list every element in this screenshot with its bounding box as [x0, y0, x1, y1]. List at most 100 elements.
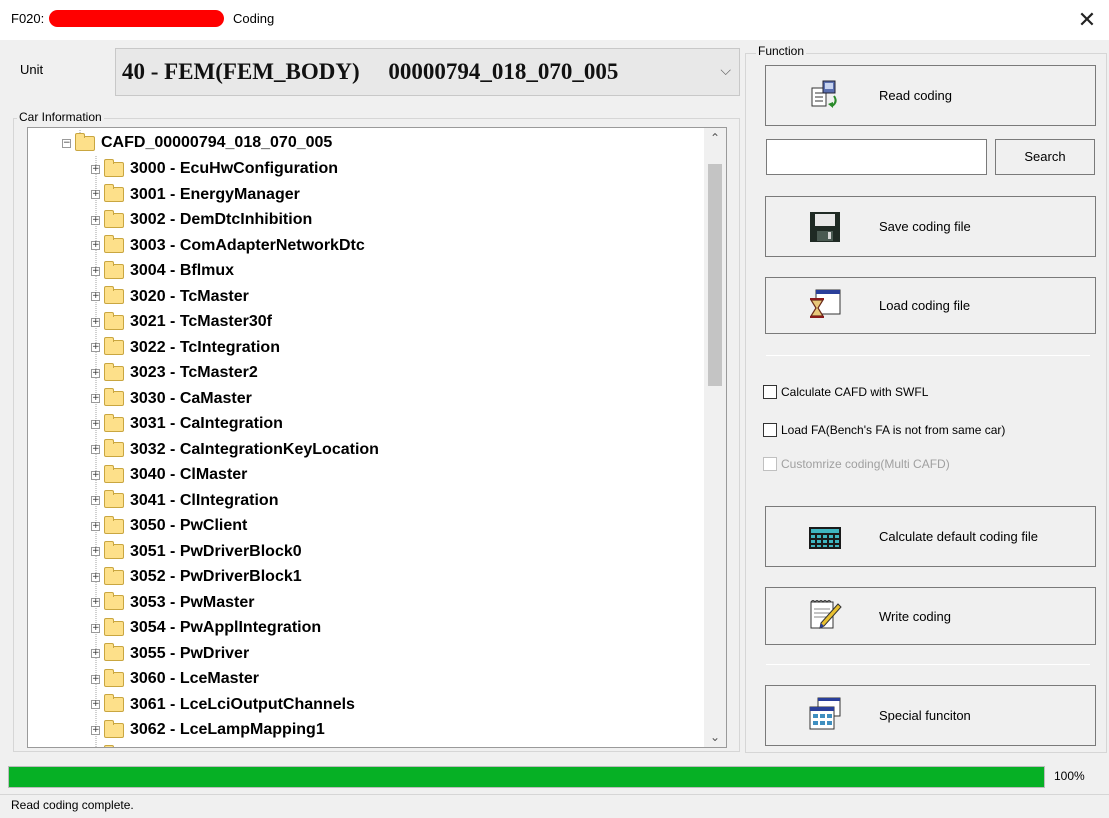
tree-node[interactable]: +3030 - CaMaster	[91, 386, 252, 412]
load-coding-file-label: Load coding file	[879, 298, 971, 313]
title-redaction	[49, 10, 224, 27]
tree-node[interactable]: +3052 - PwDriverBlock1	[91, 564, 302, 590]
close-button[interactable]: ✕	[1071, 4, 1103, 36]
expand-icon[interactable]: +	[91, 164, 100, 174]
collapse-icon[interactable]: −	[62, 138, 71, 148]
calc-cafd-checkbox[interactable]: Calculate CAFD with SWFL	[763, 385, 928, 399]
tree-node[interactable]: +3003 - ComAdapterNetworkDtc	[91, 233, 365, 259]
tree-node[interactable]: +3055 - PwDriver	[91, 641, 249, 667]
checkbox-box[interactable]	[763, 385, 777, 399]
tree-node[interactable]: +3040 - ClMaster	[91, 462, 247, 488]
expand-icon[interactable]: +	[91, 725, 100, 735]
search-input[interactable]	[766, 139, 987, 175]
expand-icon[interactable]: +	[91, 419, 100, 429]
tree-node-label: 3062 - LceLampMapping1	[130, 721, 325, 738]
checkbox-box[interactable]	[763, 423, 777, 437]
tree-node[interactable]: +3004 - Bflmux	[91, 258, 234, 284]
tree-node[interactable]: +3062 - LceLampMapping1	[91, 717, 325, 743]
folder-icon	[104, 668, 124, 687]
tree-node-label: 3000 - EcuHwConfiguration	[130, 160, 339, 177]
load-fa-checkbox[interactable]: Load FA(Bench's FA is not from same car)	[763, 423, 1005, 437]
tree-node-label: 3020 - TcMaster	[130, 287, 249, 305]
expand-icon[interactable]: +	[91, 674, 100, 684]
expand-icon[interactable]: +	[91, 496, 100, 505]
folder-icon	[104, 286, 124, 304]
tree-node-label: 3051 - PwDriverBlock0	[130, 542, 302, 560]
customize-coding-label: Customrize coding(Multi CAFD)	[781, 457, 950, 471]
tree-node[interactable]: +3060 - LceMaster	[91, 666, 259, 692]
tree-node[interactable]: +3050 - PwClient	[91, 513, 247, 539]
expand-icon[interactable]: +	[91, 649, 100, 658]
search-button[interactable]: Search	[995, 139, 1095, 175]
tree-node-label: 3021 - TcMaster30f	[130, 313, 272, 330]
tree-node-label: 3060 - LceMaster	[130, 670, 259, 687]
tree-scrollbar[interactable]: ⌃ ⌄	[704, 128, 726, 747]
chevron-down-icon: ⌵	[720, 63, 731, 79]
tree-node-label: 3031 - CaIntegration	[130, 415, 283, 432]
tree-node-label: 3052 - PwDriverBlock1	[130, 568, 302, 585]
special-function-button[interactable]: Special funciton	[765, 685, 1096, 746]
expand-icon[interactable]: +	[91, 572, 100, 582]
tree-node-label: 3050 - PwClient	[130, 517, 248, 534]
expand-icon[interactable]: +	[91, 623, 100, 633]
tree-node[interactable]: +3031 - CaIntegration	[91, 411, 283, 437]
load-fa-label: Load FA(Bench's FA is not from same car)	[781, 423, 1006, 437]
tree-node-label: 3022 - TcIntegration	[130, 338, 280, 356]
divider	[766, 355, 1090, 356]
expand-icon[interactable]: +	[91, 317, 100, 327]
expand-icon[interactable]: +	[91, 700, 100, 709]
expand-icon[interactable]: +	[91, 343, 100, 352]
tree-node[interactable]: +3063 - LceLampMapping2	[91, 743, 325, 747]
tree-node[interactable]: +3001 - EnergyManager	[91, 182, 300, 208]
save-coding-file-button[interactable]: Save coding file	[765, 196, 1096, 257]
tree-node[interactable]: +3054 - PwApplIntegration	[91, 615, 321, 641]
folder-icon	[104, 464, 124, 483]
tree-node[interactable]: +3000 - EcuHwConfiguration	[91, 156, 338, 182]
write-coding-button[interactable]: Write coding	[765, 587, 1096, 645]
window-title: Coding	[233, 11, 275, 26]
tree-node[interactable]: +3002 - DemDtcInhibition	[91, 207, 312, 233]
tree-node[interactable]: +3041 - ClIntegration	[91, 488, 278, 514]
tree-node[interactable]: +3032 - CaIntegrationKeyLocation	[91, 437, 379, 463]
tree-node[interactable]: +3020 - TcMaster	[91, 284, 249, 310]
divider	[766, 664, 1090, 665]
expand-icon[interactable]: +	[91, 215, 100, 225]
expand-icon[interactable]: +	[91, 368, 100, 378]
car-info-tree[interactable]: − CAFD_00000794_018_070_005 +3000 - EcuH…	[27, 127, 727, 748]
scroll-down-arrow-icon[interactable]: ⌄	[704, 727, 726, 747]
notepad-pen-icon	[810, 600, 842, 629]
folder-icon	[104, 515, 124, 534]
read-coding-icon	[811, 80, 837, 108]
expand-icon[interactable]: +	[91, 470, 100, 480]
folder-icon	[104, 235, 124, 253]
expand-icon[interactable]: +	[91, 190, 100, 199]
tree-root-node[interactable]: − CAFD_00000794_018_070_005	[62, 130, 332, 156]
expand-icon[interactable]: +	[91, 266, 100, 276]
folder-icon	[104, 311, 124, 330]
tree-node[interactable]: +3021 - TcMaster30f	[91, 309, 272, 335]
expand-icon[interactable]: +	[91, 445, 100, 454]
tree-node[interactable]: +3051 - PwDriverBlock0	[91, 539, 302, 565]
tree-node[interactable]: +3023 - TcMaster2	[91, 360, 258, 386]
tree-node[interactable]: +3053 - PwMaster	[91, 590, 255, 616]
expand-icon[interactable]: +	[91, 547, 100, 556]
expand-icon[interactable]: +	[91, 394, 100, 403]
tree-node-label: 3041 - ClIntegration	[130, 491, 279, 509]
read-coding-button[interactable]: Read coding	[765, 65, 1096, 126]
expand-icon[interactable]: +	[91, 521, 100, 531]
expand-icon[interactable]: +	[91, 292, 100, 301]
customize-coding-checkbox: Customrize coding(Multi CAFD)	[763, 457, 950, 471]
scrollbar-thumb[interactable]	[708, 164, 722, 386]
tree-node[interactable]: +3061 - LceLciOutputChannels	[91, 692, 355, 718]
calculate-default-coding-button[interactable]: Calculate default coding file	[765, 506, 1096, 567]
window-title-prefix: F020:	[11, 11, 45, 26]
tree-node[interactable]: +3022 - TcIntegration	[91, 335, 280, 361]
tree-node-label: 3040 - ClMaster	[130, 466, 248, 483]
load-coding-file-button[interactable]: Load coding file	[765, 277, 1096, 334]
unit-select[interactable]: 40 - FEM(FEM_BODY) 00000794_018_070_005 …	[115, 48, 740, 96]
scroll-up-arrow-icon[interactable]: ⌃	[704, 128, 726, 148]
expand-icon[interactable]: +	[91, 598, 100, 607]
expand-icon[interactable]: +	[91, 241, 100, 250]
tree-node-label: 3023 - TcMaster2	[130, 364, 258, 381]
folder-icon	[104, 566, 124, 585]
